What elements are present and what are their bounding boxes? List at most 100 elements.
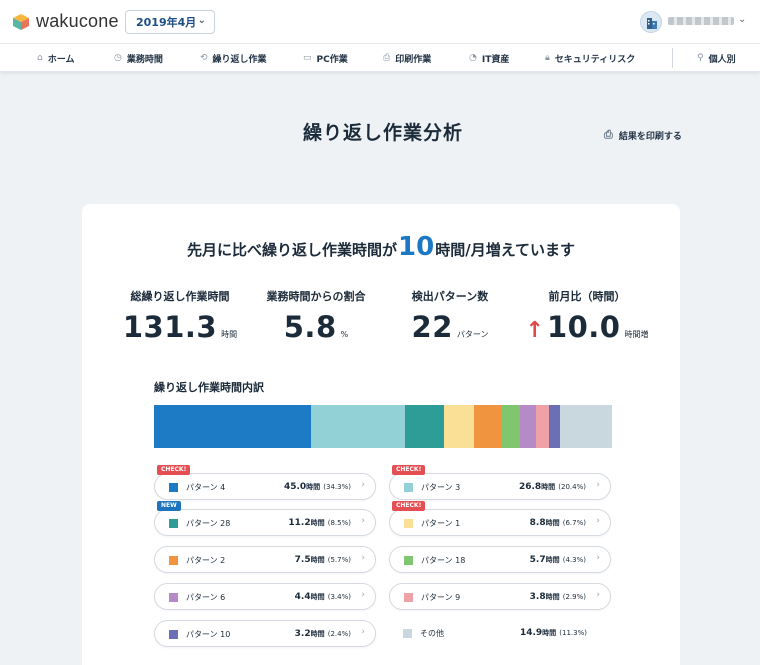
pattern-item[interactable]: パターン 2 7.5時間 (5.7%) › — [154, 546, 376, 573]
pattern-hours: 4.4 — [294, 592, 311, 602]
lock-icon: 🔒︎ — [545, 53, 550, 63]
chevron-down-icon: ⌄ — [197, 15, 206, 26]
chevron-right-icon: › — [596, 590, 600, 600]
pattern-hours-unit: 時間 — [541, 483, 556, 491]
pattern-hours: 8.8 — [529, 518, 546, 528]
bar-segment[interactable] — [560, 405, 612, 448]
pattern-percent: (20.4%) — [558, 483, 586, 491]
summary-headline: 先月に比べ繰り返し作業時間が10時間/月増えています — [82, 232, 680, 262]
asset-icon: ◔ — [469, 53, 477, 63]
nav-item-individual[interactable]: ⚲ 個人別 — [697, 44, 736, 72]
pattern-hours-unit: 時間 — [545, 556, 560, 564]
pattern-percent: (11.3%) — [559, 629, 587, 637]
chevron-right-icon: › — [361, 627, 365, 637]
chevron-right-icon: › — [596, 480, 600, 490]
pattern-value: 3.2時間 (2.4%) — [295, 629, 351, 639]
pattern-item[interactable]: CHECK! パターン 3 26.8時間 (20.4%) › — [389, 465, 611, 500]
pattern-value: 11.2時間 (8.5%) — [288, 518, 351, 528]
user-avatar[interactable] — [640, 11, 662, 33]
printer-icon: ⎙ — [383, 53, 391, 63]
stat-unit: 時間 — [221, 330, 238, 339]
print-results-label: 結果を印刷する — [618, 131, 682, 142]
logo-cube-icon — [13, 13, 29, 30]
headline-suffix: 時間/月増えています — [435, 241, 575, 259]
main-nav: ⌂ ホーム ◷ 業務時間 ⟲ 繰り返し作業 ▭ PC作業 ⎙ 印刷作業 ◔ IT… — [0, 44, 760, 72]
pattern-value: 14.9時間 (11.3%) — [520, 628, 587, 638]
chevron-right-icon: › — [361, 516, 365, 526]
bar-segment[interactable] — [404, 405, 444, 448]
stat-value: 5.8 — [283, 310, 337, 344]
pattern-value: 26.8時間 (20.4%) — [519, 482, 586, 492]
pattern-item[interactable]: パターン 9 3.8時間 (2.9%) › — [389, 583, 611, 610]
pattern-percent: (2.9%) — [562, 593, 586, 601]
bar-segment[interactable] — [154, 405, 312, 448]
stat-label: 業務時間からの割合 — [266, 290, 366, 303]
stat-unit: パターン — [456, 330, 489, 339]
pattern-item[interactable]: NEW パターン 28 11.2時間 (8.5%) › — [154, 501, 376, 536]
pattern-value: 3.8時間 (2.9%) — [530, 592, 586, 602]
pattern-percent: (2.4%) — [327, 630, 351, 638]
nav-item-security-risk[interactable]: 🔒︎ セキュリティリスク — [545, 44, 635, 72]
repeat-icon: ⟲ — [200, 53, 208, 63]
breakdown-title: 繰り返し作業時間内訳 — [154, 381, 264, 394]
person-icon: ⚲ — [697, 53, 704, 63]
stat-total-hours: 総繰り返し作業時間 131.3 時間 — [122, 288, 238, 344]
pattern-hours-unit: 時間 — [306, 483, 321, 491]
chevron-right-icon: › — [596, 516, 600, 526]
color-swatch — [404, 519, 413, 528]
nav-item-home[interactable]: ⌂ ホーム — [37, 44, 74, 72]
app-header: wakucone 2019年4月 ⌄ ⌄ — [0, 0, 760, 44]
nav-item-it-assets[interactable]: ◔ IT資産 — [469, 44, 509, 72]
color-swatch — [169, 630, 178, 639]
user-menu-chevron-icon[interactable]: ⌄ — [738, 14, 746, 25]
home-icon: ⌂ — [37, 53, 43, 63]
pattern-value: 8.8時間 (6.7%) — [530, 518, 586, 528]
stat-label: 総繰り返し作業時間 — [130, 290, 230, 303]
pattern-name: パターン 2 — [186, 556, 226, 565]
nav-item-work-hours[interactable]: ◷ 業務時間 — [114, 44, 163, 72]
pattern-item[interactable]: パターン 6 4.4時間 (3.4%) › — [154, 583, 376, 610]
pattern-hours: 26.8 — [518, 482, 542, 492]
pattern-hours: 7.5 — [294, 555, 311, 565]
pattern-item[interactable]: CHECK! パターン 1 8.8時間 (6.7%) › — [389, 501, 611, 536]
pattern-item[interactable]: CHECK! パターン 4 45.0時間 (34.3%) › — [154, 465, 376, 500]
stat-value: 10.0 — [546, 310, 621, 344]
nav-item-repeat-work[interactable]: ⟲ 繰り返し作業 — [200, 44, 267, 72]
nav-item-print-work[interactable]: ⎙ 印刷作業 — [383, 44, 431, 72]
bar-segment[interactable] — [520, 405, 536, 448]
headline-value: 10 — [398, 232, 435, 262]
chevron-right-icon: › — [361, 480, 365, 490]
nav-item-pc-work[interactable]: ▭ PC作業 — [303, 44, 348, 72]
bar-segment[interactable] — [474, 405, 501, 448]
bar-segment[interactable] — [500, 405, 521, 448]
user-name-redacted[interactable] — [668, 17, 734, 25]
bar-segment[interactable] — [535, 405, 550, 448]
month-select-value: 2019年4月 — [136, 16, 197, 29]
pattern-name: パターン 6 — [186, 593, 226, 602]
bar-segment[interactable] — [443, 405, 475, 448]
nav-label: セキュリティリスク — [554, 54, 636, 65]
nav-label: 印刷作業 — [395, 54, 432, 65]
pattern-item[interactable]: パターン 18 5.7時間 (4.3%) › — [389, 546, 611, 573]
analysis-card: 先月に比べ繰り返し作業時間が10時間/月増えています 総繰り返し作業時間 131… — [82, 204, 680, 665]
headline-prefix: 先月に比べ繰り返し作業時間が — [187, 241, 398, 259]
month-select[interactable]: 2019年4月 ⌄ — [125, 10, 215, 34]
pattern-hours: 3.2 — [294, 629, 311, 639]
pattern-value: 5.7時間 (4.3%) — [530, 555, 586, 565]
printer-icon: ⎙ — [604, 128, 613, 141]
logo[interactable]: wakucone — [12, 11, 119, 32]
color-swatch — [169, 483, 178, 492]
stat-label: 検出パターン数 — [411, 290, 489, 303]
nav-label: 業務時間 — [126, 54, 163, 65]
nav-label: ホーム — [47, 54, 75, 65]
pattern-hours-unit: 時間 — [545, 593, 560, 601]
bar-segment[interactable] — [311, 405, 405, 448]
bar-segment[interactable] — [549, 405, 561, 448]
nav-label: PC作業 — [316, 54, 348, 65]
pattern-percent: (3.4%) — [327, 593, 351, 601]
print-results-button[interactable]: ⎙ 結果を印刷する — [604, 128, 682, 142]
pattern-hours-unit: 時間 — [310, 630, 325, 638]
pattern-name: パターン 28 — [186, 519, 231, 528]
pattern-item[interactable]: パターン 10 3.2時間 (2.4%) › — [154, 620, 376, 647]
chevron-right-icon: › — [361, 553, 365, 563]
